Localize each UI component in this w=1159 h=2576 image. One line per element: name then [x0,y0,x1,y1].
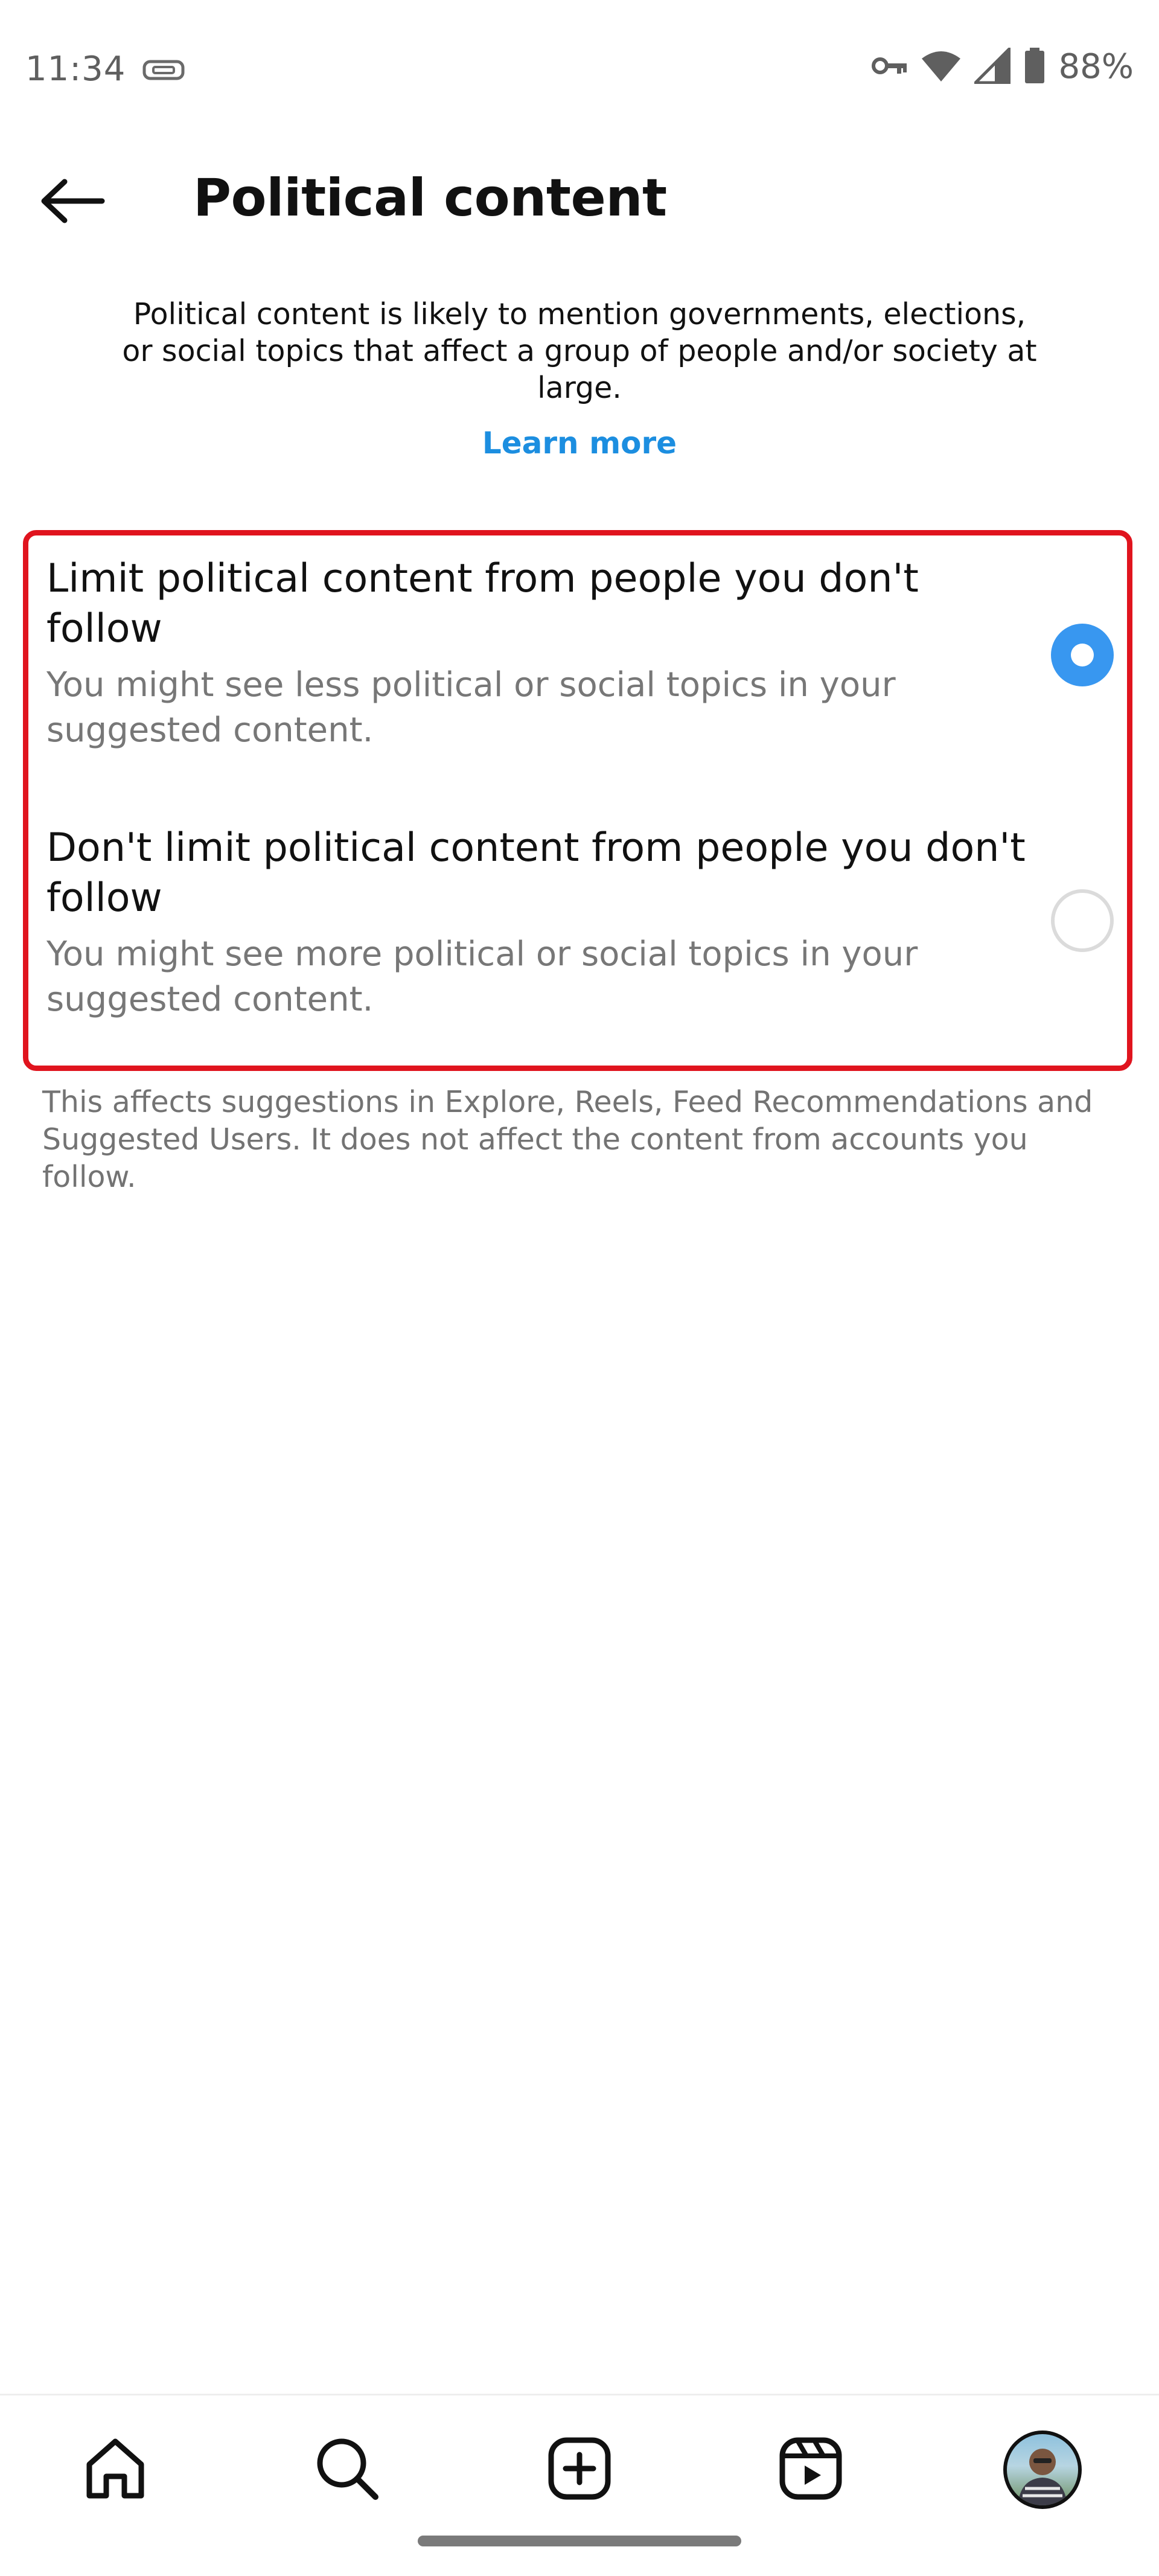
radio-unselected[interactable] [1051,889,1114,952]
search-icon [314,2435,380,2504]
option-dont-limit[interactable]: Don't limit political content from peopl… [28,823,1127,1076]
learn-more-link[interactable]: Learn more [0,426,1159,461]
option-title: Limit political content from people you … [46,556,919,651]
option-title: Don't limit political content from peopl… [46,825,1026,921]
bottom-nav [0,2394,1159,2576]
status-bar: 11:34 88% [0,0,1159,145]
nav-create[interactable] [534,2424,625,2515]
option-description: You might see less political or social t… [46,665,896,750]
political-content-screen: 11:34 88% Political content Political co… [0,0,1159,2576]
avatar [1003,2431,1082,2509]
status-icons: 88% [870,45,1134,86]
notification-icon [142,58,185,85]
home-icon [82,2435,148,2504]
battery-icon [1024,47,1046,86]
create-icon [546,2435,613,2504]
arrow-left-icon [39,177,106,228]
header: Political content [0,151,1159,254]
page-title: Political content [193,168,667,228]
option-description: You might see more political or social t… [46,935,918,1019]
home-indicator[interactable] [418,2536,741,2546]
back-button[interactable] [36,169,109,235]
nav-home[interactable] [70,2424,161,2515]
nav-search[interactable] [302,2424,392,2515]
wifi-icon [921,49,961,85]
option-limit[interactable]: Limit political content from people you … [28,554,1127,807]
radio-dot [1071,644,1094,666]
reels-icon [777,2435,844,2504]
nav-profile[interactable] [997,2424,1088,2515]
page-description: Political content is likely to mention g… [122,297,1037,405]
battery-percentage: 88% [1058,47,1134,86]
political-content-options: Limit political content from people you … [23,530,1132,1071]
radio-selected[interactable] [1051,624,1114,686]
vpn-key-icon [870,54,908,80]
footnote: This affects suggestions in Explore, Ree… [42,1085,1093,1194]
signal-icon [971,45,1011,86]
nav-reels[interactable] [765,2424,856,2515]
status-time: 11:34 [25,50,126,89]
